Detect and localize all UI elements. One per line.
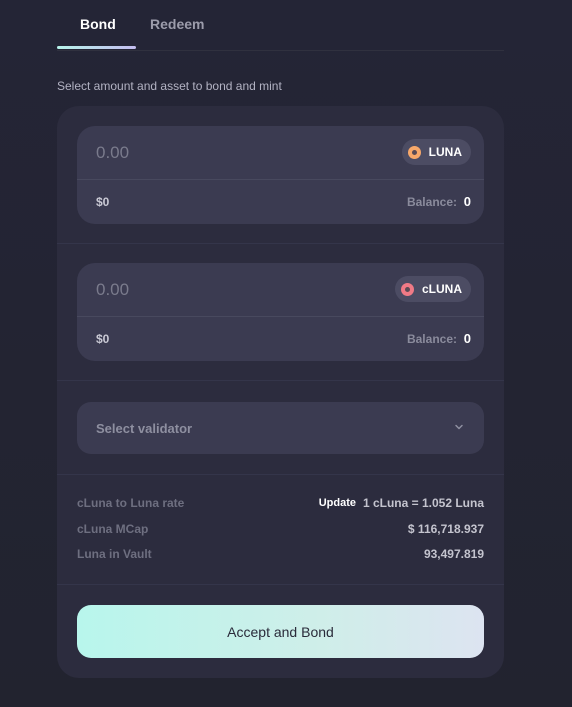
luna-token-selector[interactable]: LUNA (401, 139, 471, 165)
section-divider (57, 380, 504, 381)
cluna-token-selector[interactable]: cLUNA (394, 276, 471, 302)
luna-balance-value: 0 (463, 194, 471, 209)
cluna-amount-input[interactable]: 0.00 (96, 280, 129, 300)
chevron-down-icon (455, 424, 463, 430)
luna-token-label: LUNA (428, 145, 462, 159)
mcap-value: $ 116,718.937 (407, 522, 484, 536)
input-asset-field: 0.00 LUNA $0 Balance: 0 (77, 126, 484, 224)
update-rate-button[interactable]: Update (319, 497, 356, 509)
tab-bar: Bond Redeem (57, 0, 504, 51)
field-divider (77, 316, 484, 317)
vault-value: 93,497.819 (423, 547, 484, 561)
rate-value: 1 cLuna = 1.052 Luna (362, 496, 484, 510)
section-divider (57, 243, 504, 244)
tab-redeem[interactable]: Redeem (150, 16, 204, 32)
tab-bond[interactable]: Bond (80, 16, 116, 32)
accept-and-bond-button[interactable]: Accept and Bond (77, 605, 484, 658)
rate-label: cLuna to Luna rate (77, 496, 185, 510)
bond-page: Bond Redeem Select amount and asset to b… (0, 0, 572, 707)
cluna-coin-icon (400, 282, 414, 296)
section-divider (57, 474, 504, 475)
rate-row: cLuna to Luna rate Update 1 cLuna = 1.05… (77, 496, 484, 512)
luna-balance-label: Balance: (406, 195, 457, 209)
output-asset-field: 0.00 cLUNA $0 Balance: 0 (77, 263, 484, 361)
section-divider (57, 584, 504, 585)
validator-select[interactable]: Select validator (77, 402, 484, 454)
cluna-balance-value: 0 (463, 331, 471, 346)
luna-coin-icon (407, 145, 421, 159)
mcap-row: cLuna MCap $ 116,718.937 (77, 522, 484, 538)
field-divider (77, 179, 484, 180)
cluna-usd-value: $0 (96, 332, 110, 346)
luna-usd-value: $0 (96, 195, 110, 209)
bond-card: 0.00 LUNA $0 Balance: 0 0.00 cLUNA $0 Ba… (57, 106, 504, 678)
luna-amount-input[interactable]: 0.00 (96, 143, 129, 163)
cluna-balance-label: Balance: (406, 332, 457, 346)
validator-placeholder: Select validator (96, 421, 193, 436)
cluna-token-label: cLUNA (421, 282, 462, 296)
bond-instructions: Select amount and asset to bond and mint (57, 79, 282, 93)
mcap-label: cLuna MCap (77, 522, 149, 536)
vault-row: Luna in Vault 93,497.819 (77, 547, 484, 563)
active-tab-indicator (57, 46, 136, 49)
vault-label: Luna in Vault (77, 547, 152, 561)
